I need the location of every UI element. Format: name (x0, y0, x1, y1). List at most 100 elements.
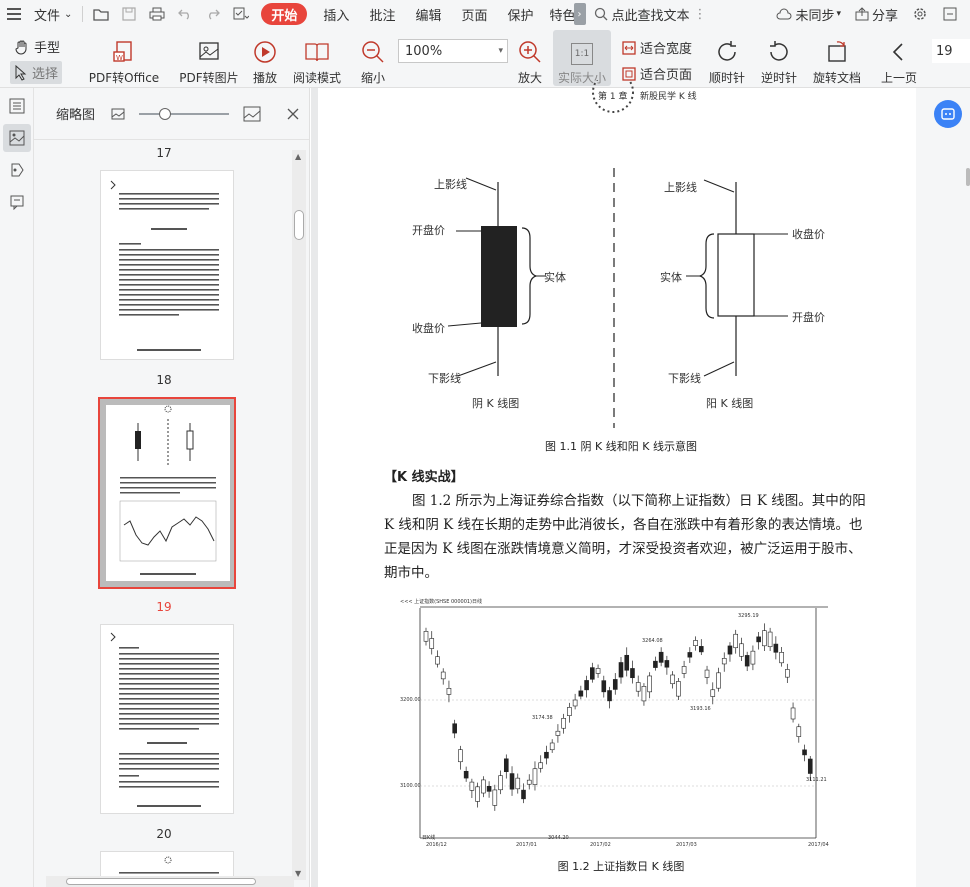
candle-body (498, 775, 503, 791)
candle-body (538, 762, 544, 769)
thumbnail-vertical-scrollbar[interactable]: ▲ ▼ (292, 150, 306, 880)
more-dots-icon[interactable]: ⋮ (694, 7, 707, 22)
paragraph-line: 图 1.2 所示为上海证券综合指数（以下简称上证指数）日 K 线图。其中的阳 (412, 493, 866, 509)
thumbnail-page-label: 18 (156, 373, 172, 387)
read-mode-button[interactable]: 阅读模式 (290, 30, 344, 86)
tab-label: 保护 (507, 8, 534, 24)
hand-tool-button[interactable]: 手型 (14, 37, 60, 56)
candle-body (647, 675, 652, 693)
left-close-price-label: 收盘价 (412, 322, 445, 335)
candle-body (561, 718, 566, 729)
left-open-price-label: 开盘价 (412, 224, 445, 237)
chart-price-annotation: 3174.38 (532, 715, 553, 721)
candle-body (641, 686, 647, 702)
candle-body (515, 777, 521, 790)
zoom-level-select[interactable]: 100% ▾ (398, 39, 508, 63)
redo-icon[interactable] (199, 0, 227, 28)
cloud-icon (777, 8, 792, 20)
tab-insert[interactable]: 插入 (313, 0, 359, 28)
scroll-down-arrow-icon[interactable]: ▼ (295, 869, 301, 878)
candle-body (509, 773, 515, 790)
play-icon (252, 39, 278, 65)
print-icon[interactable] (143, 0, 171, 28)
right-yang-candle-body (717, 233, 755, 317)
thumbnail-page-17[interactable] (100, 170, 234, 360)
small-image-icon[interactable] (111, 108, 125, 120)
rotate-clockwise-button[interactable]: 顺时针 (706, 30, 748, 86)
actual-size-button[interactable]: 1:1 实际大小 (553, 30, 611, 86)
hamburger-menu-icon[interactable] (0, 0, 28, 28)
tab-protect[interactable]: 保护 (497, 0, 543, 28)
right-open-price-label: 开盘价 (792, 311, 825, 324)
right-scroll-handle[interactable] (966, 168, 970, 186)
tab-features[interactable]: 特色 (544, 0, 574, 28)
thumbnail-horizontal-scrollbar[interactable] (46, 876, 294, 887)
rotate-document-button[interactable]: 旋转文档 (810, 30, 864, 86)
slider-knob[interactable] (159, 107, 172, 120)
customize-quick-access-icon[interactable] (227, 0, 255, 28)
close-icon[interactable] (287, 108, 299, 120)
thumbnail-page-19[interactable] (100, 624, 234, 814)
bookmark-tag-icon[interactable] (3, 156, 31, 184)
tab-annotate[interactable]: 批注 (359, 0, 405, 28)
tab-edit[interactable]: 编辑 (405, 0, 451, 28)
rotate-counterclockwise-button[interactable]: 逆时针 (758, 30, 800, 86)
page-number-input[interactable]: 19 (932, 39, 970, 63)
pdf-to-office-button[interactable]: W PDF转Office (80, 30, 168, 86)
candle-body (796, 726, 802, 737)
candle-body (567, 707, 572, 716)
save-icon[interactable] (115, 0, 143, 28)
left-diagram-name: 阴 K 线图 (472, 397, 520, 410)
paragraph-line: 期市中。 (384, 565, 438, 581)
thumbnail-panel-icon[interactable] (3, 124, 31, 152)
rotate-counterclockwise-icon (766, 39, 792, 65)
undo-icon[interactable] (171, 0, 199, 28)
tab-label: 批注 (369, 8, 396, 24)
candle-body (618, 662, 624, 678)
tab-start[interactable]: 开始 (261, 3, 308, 25)
share-button[interactable]: 分享 (849, 0, 904, 28)
outline-icon[interactable] (3, 92, 31, 120)
zoom-in-button[interactable]: 放大 (514, 30, 546, 86)
zoom-out-button[interactable]: 缩小 (358, 30, 388, 86)
page-text-preview (110, 632, 219, 807)
more-tabs-button[interactable]: › (573, 3, 586, 25)
figure-1-2-caption: 图 1.2 上证指数日 K 线图 (557, 860, 685, 873)
chart-axis-label: 3100.00 (400, 783, 421, 789)
chart-date-label: 2017/04 (808, 842, 829, 848)
fit-width-button[interactable]: 适合宽度 (622, 38, 692, 57)
left-yin-candle-body (481, 226, 517, 327)
annotation-list-icon[interactable] (3, 188, 31, 216)
pdf-to-image-button[interactable]: PDF转图片 (178, 30, 240, 86)
chart-price-annotation: 3295.19 (738, 613, 759, 619)
minimize-icon[interactable] (936, 0, 964, 28)
scroll-up-arrow-icon[interactable]: ▲ (295, 152, 301, 161)
scrollbar-thumb[interactable] (294, 210, 304, 240)
previous-page-label: 上一页 (880, 71, 917, 85)
tab-page[interactable]: 页面 (451, 0, 497, 28)
candle-body (802, 749, 807, 756)
file-menu[interactable]: 文件 ⌄ (28, 0, 78, 28)
open-folder-icon[interactable] (87, 0, 115, 28)
horizontal-scrollbar-thumb[interactable] (66, 878, 256, 885)
large-image-icon[interactable] (243, 106, 261, 122)
document-view[interactable]: 第 1 章 新股民学 K 线 上影线 开盘价 实体 收盘价 下影线 阴 K 线图… (311, 80, 970, 887)
ribbon-toolbar: 手型 选择 W PDF转Office PDF转图片 播放 阅读模式 缩小 100 (0, 28, 970, 88)
assistant-icon (941, 108, 955, 120)
select-tool-button[interactable]: 选择 (10, 61, 63, 84)
candle-body (710, 689, 716, 697)
candle-body (435, 656, 440, 665)
divider (82, 6, 84, 22)
candle-body (635, 682, 641, 692)
sync-status[interactable]: 未同步 ▾ (770, 0, 847, 28)
candle-body (785, 669, 790, 678)
previous-page-button[interactable]: 上一页 (878, 30, 920, 86)
thumbnail-page-18[interactable] (98, 397, 236, 589)
find-text-search[interactable]: 点此查找文本 ⋮ (586, 5, 715, 24)
thumbnail-size-slider[interactable] (139, 107, 230, 120)
candle-body (521, 789, 526, 800)
actual-size-icon: 1:1 (571, 43, 593, 65)
assistant-button[interactable] (934, 100, 962, 128)
settings-gear-icon[interactable] (906, 0, 934, 28)
play-button[interactable]: 播放 (248, 30, 282, 86)
